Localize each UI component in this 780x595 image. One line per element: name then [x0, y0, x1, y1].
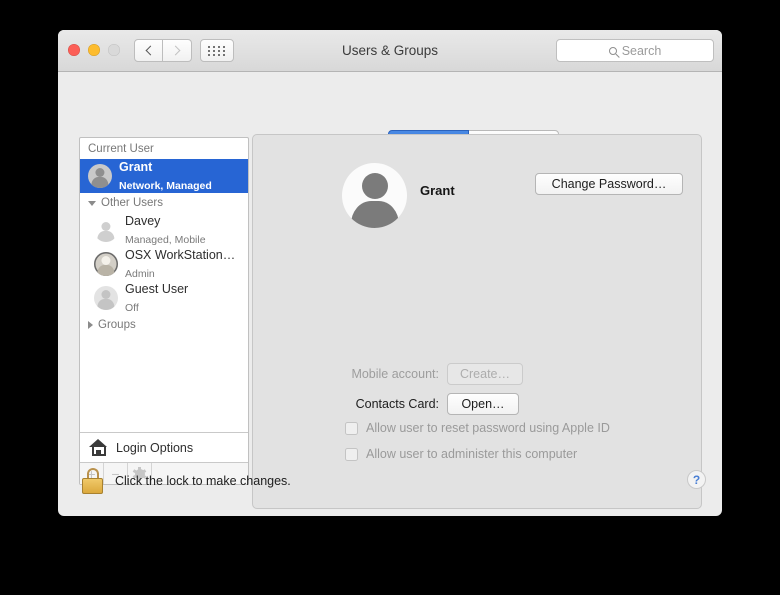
account-name: Grant: [420, 183, 455, 198]
home-icon: [89, 439, 108, 456]
avatar: [94, 286, 118, 310]
user-list-sidebar: Current User Grant Network, Managed Othe…: [79, 137, 249, 485]
reset-password-checkbox[interactable]: [345, 421, 358, 435]
create-mobile-account-button[interactable]: Create…: [447, 363, 523, 385]
contacts-card-label: Contacts Card:: [355, 397, 439, 411]
avatar: [94, 218, 118, 242]
user-name: OSX WorkStation…: [125, 248, 236, 263]
groups-label: Groups: [98, 319, 136, 331]
mobile-account-label: Mobile account:: [351, 367, 439, 381]
user-name: Davey: [125, 214, 161, 229]
user-avatar-large[interactable]: [342, 163, 407, 228]
user-list-scroll: Current User Grant Network, Managed Othe…: [80, 138, 248, 432]
user-detail: Network, Managed: [119, 180, 212, 192]
window-titlebar: Users & Groups Search: [58, 30, 722, 72]
current-user-header: Current User: [88, 143, 154, 155]
search-field[interactable]: Search: [556, 39, 714, 62]
sidebar-item-grant[interactable]: Grant Network, Managed: [80, 159, 248, 193]
user-detail: Admin: [125, 268, 155, 280]
avatar: [94, 252, 118, 276]
sidebar-item-davey[interactable]: Davey Managed, Mobile: [80, 213, 248, 247]
user-detail: Off: [125, 302, 139, 314]
search-icon: [608, 46, 617, 55]
sidebar-item-guest-user[interactable]: Guest User Off: [80, 281, 248, 315]
mobile-account-row: Mobile account: Create…: [321, 363, 523, 385]
reset-password-apple-id-row[interactable]: Allow user to reset password using Apple…: [345, 421, 610, 435]
contacts-card-row: Contacts Card: Open…: [321, 393, 519, 415]
avatar: [88, 164, 112, 188]
change-password-button[interactable]: Change Password…: [535, 173, 683, 195]
help-button[interactable]: ?: [687, 470, 706, 489]
lock-area[interactable]: Click the lock to make changes.: [82, 468, 291, 494]
user-name: Guest User: [125, 282, 189, 297]
password-panel: Grant Change Password… Mobile account: C…: [252, 134, 702, 509]
search-placeholder: Search: [621, 43, 662, 58]
sidebar-item-osx-workstation[interactable]: OSX WorkStation… Admin: [80, 247, 248, 281]
login-options-label: Login Options: [116, 440, 194, 455]
reset-password-label: Allow user to reset password using Apple…: [366, 421, 610, 435]
open-contacts-card-button[interactable]: Open…: [447, 393, 519, 415]
user-detail: Managed, Mobile: [125, 234, 206, 246]
lock-icon[interactable]: [82, 468, 103, 494]
window-body: Current User Grant Network, Managed Othe…: [58, 72, 722, 516]
user-name: Grant: [119, 160, 153, 175]
groups-header[interactable]: Groups: [80, 315, 248, 335]
window-footer: Click the lock to make changes. ?: [58, 458, 722, 516]
disclosure-triangle-down-icon: [88, 200, 96, 206]
other-users-label: Other Users: [101, 197, 163, 209]
disclosure-triangle-right-icon: [88, 321, 93, 329]
users-and-groups-window: Users & Groups Search Current User Grant…: [58, 30, 722, 516]
lock-message: Click the lock to make changes.: [115, 474, 291, 488]
other-users-header[interactable]: Other Users: [80, 193, 248, 213]
